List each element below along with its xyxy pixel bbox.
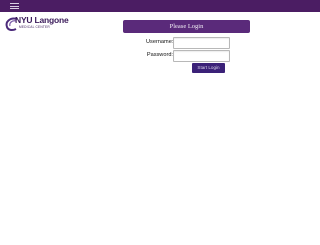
- logo-subtitle: MEDICAL CENTER: [19, 25, 50, 29]
- login-panel-title: Please Login: [123, 20, 250, 33]
- top-bar: [0, 0, 320, 12]
- login-page: NYU Langone MEDICAL CENTER Please Login …: [0, 0, 320, 245]
- start-login-button[interactable]: Start Login: [192, 63, 225, 73]
- nyu-langone-logo: NYU Langone MEDICAL CENTER: [4, 14, 69, 36]
- hamburger-menu-icon[interactable]: [10, 3, 19, 9]
- password-label: Password:: [146, 52, 173, 58]
- password-input[interactable]: [173, 50, 230, 62]
- username-input[interactable]: [173, 37, 230, 49]
- username-label: Username:: [146, 39, 174, 45]
